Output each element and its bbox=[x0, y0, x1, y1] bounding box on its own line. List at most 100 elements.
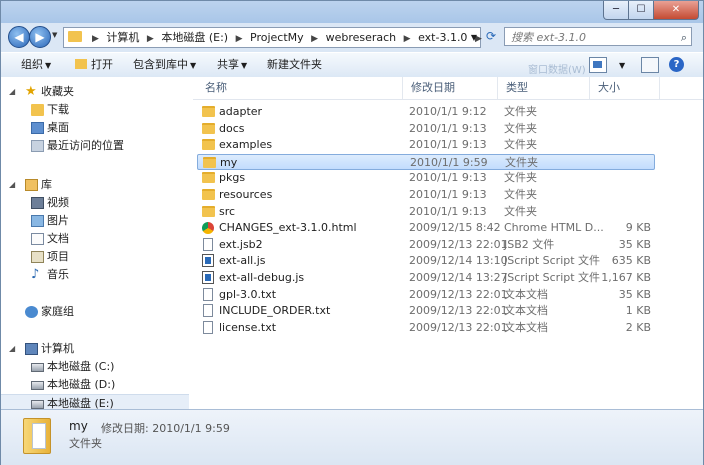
nav-item-drive-c[interactable]: 本地磁盘 (C:) bbox=[1, 358, 189, 376]
open-button[interactable]: 打开 bbox=[75, 53, 113, 77]
search-input[interactable]: 搜索 ext-3.1.0 ⌕ bbox=[504, 27, 692, 46]
file-type: JSB2 文件 bbox=[504, 237, 555, 251]
nav-item-pictures[interactable]: 图片 bbox=[1, 212, 189, 230]
file-type: 文本文档 bbox=[504, 304, 548, 318]
file-name: src bbox=[219, 204, 236, 218]
file-row[interactable]: INCLUDE_ORDER.txt 2009/12/13 22:01 文本文档 1 K… bbox=[197, 303, 655, 319]
new-folder-button[interactable]: 新建文件夹 bbox=[267, 53, 322, 77]
desktop-icon bbox=[31, 122, 44, 134]
homegroup-icon bbox=[25, 306, 38, 318]
organize-menu[interactable]: 组织 ▼ bbox=[21, 53, 51, 77]
back-button[interactable]: ◀ bbox=[8, 26, 30, 48]
expand-arrow-icon[interactable]: ◢ bbox=[9, 83, 15, 101]
nav-item-downloads[interactable]: 下载 bbox=[1, 101, 189, 119]
nav-item-drive-e[interactable]: 本地磁盘 (E:) bbox=[1, 394, 189, 409]
recent-pages-dropdown-icon[interactable]: ▼ bbox=[52, 31, 57, 39]
text-file-icon bbox=[203, 304, 213, 318]
file-row[interactable]: src 2010/1/1 9:13 文件夹 bbox=[197, 204, 655, 220]
file-list: 名称 修改日期 类型 大小 adapter 2010/1/1 9:12 文件夹 doc… bbox=[193, 77, 703, 409]
nav-item-drive-d[interactable]: 本地磁盘 (D:) bbox=[1, 376, 189, 394]
breadcrumb-webreserach[interactable]: webreserach bbox=[326, 31, 397, 44]
nav-item-documents[interactable]: 文档 bbox=[1, 230, 189, 248]
help-icon[interactable]: ? bbox=[669, 57, 684, 72]
file-row[interactable]: my 2010/1/1 9:59 文件夹 bbox=[197, 153, 655, 170]
chevron-right-icon[interactable]: ▶ bbox=[236, 34, 243, 44]
file-size: 35 KB bbox=[618, 237, 651, 251]
expand-arrow-icon[interactable]: ◢ bbox=[9, 340, 15, 358]
view-dropdown-icon[interactable]: ▼ bbox=[619, 61, 625, 70]
nav-libraries[interactable]: ◢ 库 bbox=[1, 176, 189, 194]
forward-button[interactable]: ▶ bbox=[29, 26, 51, 48]
refresh-icon[interactable]: ⟳ bbox=[482, 27, 500, 46]
minimize-button[interactable]: ─ bbox=[603, 1, 629, 20]
chevron-right-icon[interactable]: ▶ bbox=[404, 34, 411, 44]
file-row[interactable]: license.txt 2009/12/13 22:01 文本文档 2 KB bbox=[197, 320, 655, 336]
file-row[interactable]: adapter 2010/1/1 9:12 文件夹 bbox=[197, 104, 655, 120]
projects-library-icon bbox=[31, 251, 44, 263]
search-icon[interactable]: ⌕ bbox=[681, 28, 687, 47]
column-header-date[interactable]: 修改日期 bbox=[403, 77, 498, 99]
breadcrumb-projectmy[interactable]: ProjectMy bbox=[250, 31, 304, 44]
file-date: 2010/1/1 9:13 bbox=[409, 138, 487, 152]
nav-item-label: 桌面 bbox=[47, 121, 69, 134]
file-name: adapter bbox=[219, 105, 263, 118]
nav-item-label: 文档 bbox=[47, 232, 69, 245]
text-file-icon bbox=[203, 237, 213, 251]
nav-favorites[interactable]: ◢ ★ 收藏夹 bbox=[1, 83, 189, 101]
preview-pane-icon[interactable] bbox=[641, 57, 659, 73]
file-type: 文件夹 bbox=[504, 204, 537, 218]
file-type: JScript Script 文件 bbox=[504, 271, 601, 284]
title-bar: ─ ☐ ✕ bbox=[1, 1, 703, 23]
details-modified-label: 修改日期: bbox=[101, 422, 149, 435]
file-row[interactable]: ext-all-debug.js 2009/12/14 13:27 JScript … bbox=[197, 270, 655, 286]
file-row[interactable]: ext.jsb2 2009/12/13 22:01 JSB2 文件 35 KB bbox=[197, 237, 655, 253]
file-row[interactable]: gpl-3.0.txt 2009/12/13 22:01 文本文档 35 KB bbox=[197, 287, 655, 303]
column-header-type[interactable]: 类型 bbox=[498, 77, 590, 99]
file-row[interactable]: CHANGES_ext-3.1.0.html 2009/12/15 8:42 Chr… bbox=[197, 220, 655, 236]
jscript-file-icon bbox=[202, 254, 214, 268]
file-row[interactable]: docs 2010/1/1 9:13 文件夹 bbox=[197, 121, 655, 137]
address-bar[interactable]: ▶ 计算机 ▶ 本地磁盘 (E:) ▶ ProjectMy ▶ webreser… bbox=[63, 27, 482, 48]
chevron-right-icon[interactable]: ▶ bbox=[147, 34, 154, 44]
breadcrumb-drive-e[interactable]: 本地磁盘 (E:) bbox=[161, 31, 228, 44]
navigation-pane: ◢ ★ 收藏夹 下载 桌面 最近访问的位置 ◢ 库 视频 图片 文档 项目 ♪ … bbox=[1, 77, 189, 409]
video-library-icon bbox=[31, 197, 44, 209]
share-label: 共享 bbox=[217, 58, 239, 71]
chevron-right-icon[interactable]: ▶ bbox=[92, 34, 99, 44]
nav-item-music[interactable]: ♪ 音乐 bbox=[1, 266, 189, 284]
include-in-library-menu[interactable]: 包含到库中 ▼ bbox=[133, 53, 196, 77]
nav-computer[interactable]: ◢ 计算机 bbox=[1, 340, 189, 358]
nav-item-desktop[interactable]: 桌面 bbox=[1, 119, 189, 137]
address-dropdown-icon[interactable]: ▼ bbox=[471, 28, 477, 47]
nav-item-label: 本地磁盘 (D:) bbox=[47, 378, 116, 391]
breadcrumb-computer[interactable]: 计算机 bbox=[106, 31, 139, 44]
chevron-right-icon[interactable]: ▶ bbox=[311, 34, 318, 44]
file-type: 文件夹 bbox=[504, 188, 537, 201]
file-row[interactable]: resources 2010/1/1 9:13 文件夹 bbox=[197, 187, 655, 203]
nav-item-videos[interactable]: 视频 bbox=[1, 194, 189, 212]
address-row: ◀ ▶ ▼ ▶ 计算机 ▶ 本地磁盘 (E:) ▶ ProjectMy ▶ we… bbox=[1, 23, 703, 51]
column-header-size[interactable]: 大小 bbox=[590, 77, 660, 99]
drive-icon bbox=[31, 381, 44, 390]
file-row[interactable]: ext-all.js 2009/12/14 13:10 JScript Script… bbox=[197, 253, 655, 269]
maximize-button[interactable]: ☐ bbox=[628, 1, 654, 20]
dropdown-icon: ▼ bbox=[45, 61, 52, 70]
star-icon: ★ bbox=[25, 84, 37, 99]
file-name: resources bbox=[219, 188, 273, 201]
nav-homegroup[interactable]: 家庭组 bbox=[1, 303, 189, 321]
file-row[interactable]: examples 2010/1/1 9:13 文件夹 bbox=[197, 137, 655, 153]
nav-item-recent-places[interactable]: 最近访问的位置 bbox=[1, 137, 189, 155]
nav-item-projects[interactable]: 项目 bbox=[1, 248, 189, 266]
nav-libraries-label: 库 bbox=[41, 178, 52, 191]
column-header-name[interactable]: 名称 bbox=[197, 77, 403, 99]
dropdown-icon: ▼ bbox=[241, 61, 248, 70]
folder-icon bbox=[202, 205, 215, 217]
file-type: 文件夹 bbox=[504, 171, 537, 185]
file-date: 2009/12/13 22:01 bbox=[409, 237, 508, 251]
file-row[interactable]: pkgs 2010/1/1 9:13 文件夹 bbox=[197, 170, 655, 186]
expand-arrow-icon[interactable]: ◢ bbox=[9, 176, 15, 194]
share-menu[interactable]: 共享 ▼ bbox=[217, 53, 247, 77]
close-button[interactable]: ✕ bbox=[653, 1, 699, 20]
breadcrumb-ext[interactable]: ext-3.1.0 bbox=[418, 31, 467, 44]
change-view-icon[interactable] bbox=[589, 57, 607, 73]
